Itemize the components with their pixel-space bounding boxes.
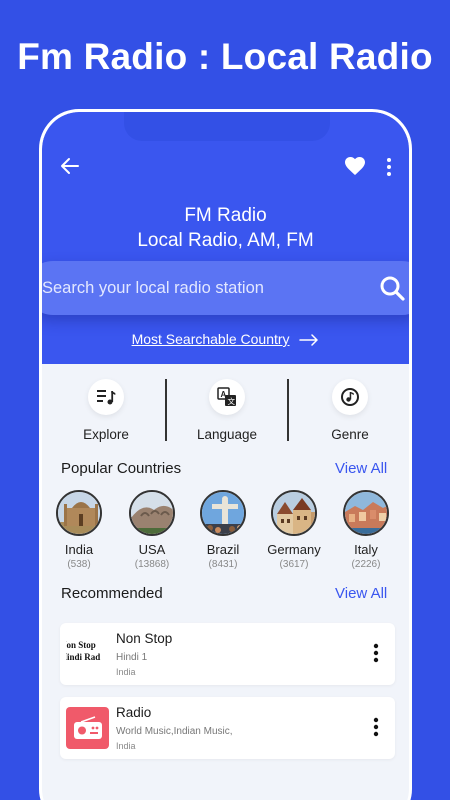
country-image — [200, 490, 246, 536]
search-input[interactable] — [42, 261, 362, 315]
country-name: Italy — [354, 542, 378, 557]
phone-frame: FM Radio Local Radio, AM, FM Most Search… — [39, 109, 412, 800]
country-image — [271, 490, 317, 536]
translate-icon: A 文 — [209, 379, 245, 415]
country-italy[interactable]: Italy (2226) — [326, 490, 406, 570]
phone-notch — [124, 112, 330, 141]
station-country: India — [116, 667, 136, 677]
promo-title: Fm Radio : Local Radio — [17, 36, 433, 77]
category-explore[interactable]: Explore — [56, 379, 156, 442]
station-genre: World Music,Indian Music, — [116, 726, 233, 737]
recommended-view-all-link[interactable]: View All — [335, 585, 387, 602]
most-searchable-country-link[interactable]: Most Searchable Country — [42, 331, 409, 347]
divider — [287, 379, 289, 441]
country-count: (3617) — [279, 559, 309, 570]
popular-countries-title: Popular Countries — [61, 460, 182, 477]
music-disc-icon — [332, 379, 368, 415]
country-name: Germany — [267, 542, 321, 557]
country-count: (13868) — [134, 559, 170, 570]
country-name: Brazil — [206, 542, 240, 557]
playlist-music-icon — [88, 379, 124, 415]
divider — [165, 379, 167, 441]
most-searchable-label: Most Searchable Country — [131, 331, 290, 347]
country-count: (8431) — [208, 559, 238, 570]
country-image — [56, 490, 102, 536]
search-icon[interactable] — [378, 274, 406, 302]
more-vertical-icon[interactable] — [380, 154, 398, 180]
country-usa[interactable]: USA (13868) — [112, 490, 192, 570]
header-title-line1: FM Radio — [184, 205, 267, 226]
more-vertical-icon[interactable] — [370, 642, 382, 664]
heart-icon[interactable] — [343, 154, 367, 178]
thumbnail-text: Hindi Rad — [66, 652, 101, 662]
recommended-station-card[interactable]: Non Stop Hindi Rad Non Stop Hindi 1 Indi… — [60, 623, 395, 685]
popular-view-all-link[interactable]: View All — [335, 460, 387, 477]
radio-icon — [66, 707, 109, 749]
country-india[interactable]: India (538) — [42, 490, 119, 570]
recommended-station-card[interactable]: Radio World Music,Indian Music, India — [60, 697, 395, 759]
country-name: USA — [138, 542, 166, 557]
station-genre: Hindi 1 — [116, 652, 148, 663]
arrow-right-icon — [299, 334, 319, 347]
category-genre[interactable]: Genre — [300, 379, 400, 442]
country-image — [129, 490, 175, 536]
country-germany[interactable]: Germany (3617) — [254, 490, 334, 570]
country-image — [343, 490, 389, 536]
station-thumbnail: Non Stop Hindi Rad — [66, 633, 109, 675]
station-name: Non Stop — [116, 631, 173, 646]
country-count: (2226) — [351, 559, 381, 570]
back-arrow-icon[interactable] — [58, 154, 82, 178]
recommended-title: Recommended — [61, 585, 163, 602]
category-label: Explore — [83, 427, 129, 442]
category-label: Language — [196, 427, 258, 442]
more-vertical-icon[interactable] — [370, 716, 382, 738]
category-language[interactable]: A 文 Language — [177, 379, 277, 442]
category-label: Genre — [331, 427, 369, 442]
thumbnail-text: Non Stop — [66, 640, 96, 650]
header-title-line2: Local Radio, AM, FM — [137, 230, 314, 251]
search-bar — [42, 261, 409, 315]
station-name: Radio — [116, 705, 152, 720]
svg-text:文: 文 — [228, 396, 236, 406]
country-name: India — [64, 542, 94, 557]
header-title: FM Radio Local Radio, AM, FM — [42, 203, 409, 253]
country-count: (538) — [67, 559, 91, 570]
country-brazil[interactable]: Brazil (8431) — [183, 490, 263, 570]
station-country: India — [116, 741, 136, 751]
top-bar — [42, 152, 409, 182]
